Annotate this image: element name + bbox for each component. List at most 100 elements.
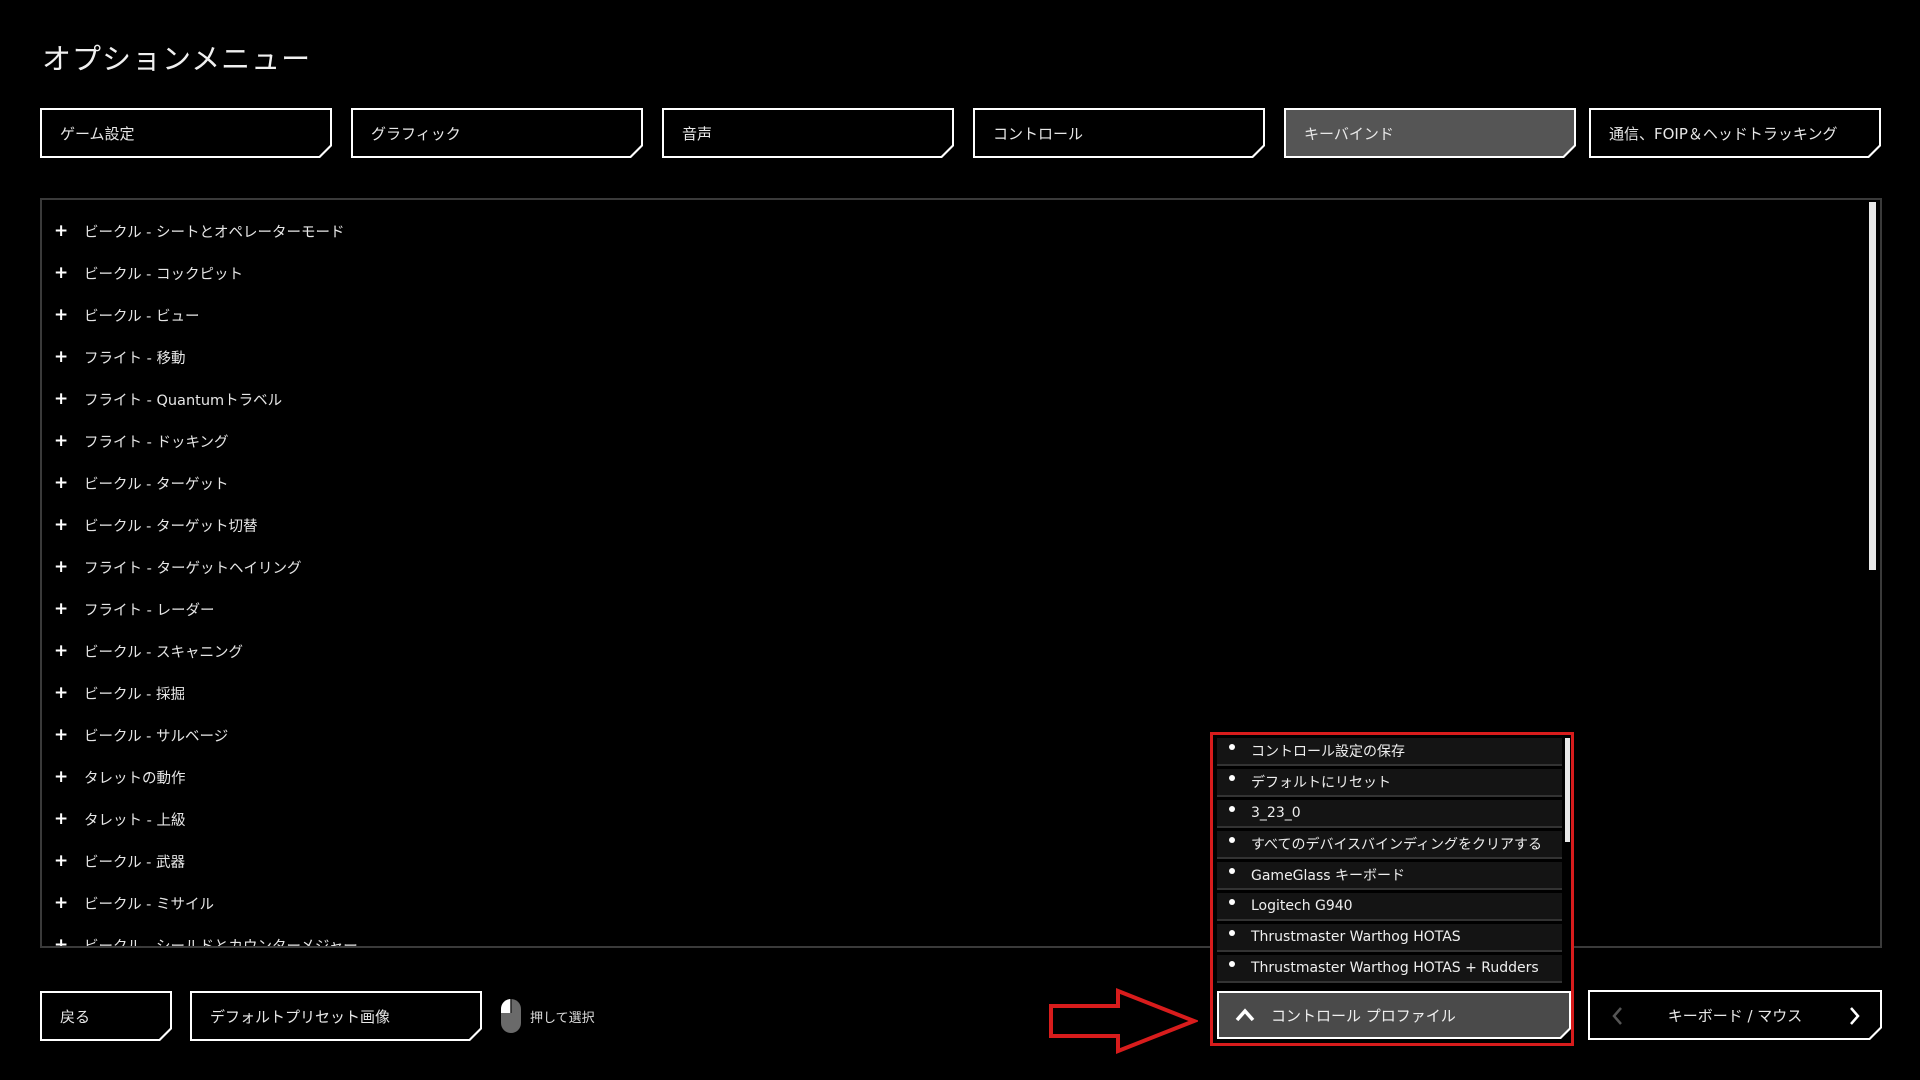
control-profile-button[interactable]: コントロール プロファイル xyxy=(1217,991,1571,1039)
tab-game-settings[interactable]: ゲーム設定 xyxy=(40,108,332,158)
category-label: フライト - ターゲットヘイリング xyxy=(84,560,302,577)
expand-plus-icon[interactable]: + xyxy=(54,683,68,703)
expand-plus-icon[interactable]: + xyxy=(54,851,68,871)
expand-plus-icon[interactable]: + xyxy=(54,893,68,913)
category-label: ビークル - 採掘 xyxy=(84,686,186,703)
tab-audio[interactable]: 音声 xyxy=(662,108,954,158)
tab-label: グラフィック xyxy=(353,110,641,156)
category-label: フライト - ドッキング xyxy=(84,434,229,451)
tab-graphics[interactable]: グラフィック xyxy=(351,108,643,158)
bullet-icon xyxy=(1229,899,1235,905)
expand-plus-icon[interactable]: + xyxy=(54,725,68,745)
category-label: タレット - 上級 xyxy=(84,812,186,829)
expand-plus-icon[interactable]: + xyxy=(54,347,68,367)
category-row[interactable]: + ビークル - サルベージ xyxy=(52,714,228,756)
profile-menu-item-label: すべてのデバイスバインディングをクリアする xyxy=(1251,837,1543,853)
tab-label: ゲーム設定 xyxy=(42,110,330,156)
category-row[interactable]: + ビークル - 武器 xyxy=(52,840,185,882)
category-row[interactable]: + ビークル - シートとオペレーターモード xyxy=(52,210,345,252)
expand-plus-icon[interactable]: + xyxy=(54,557,68,577)
expand-plus-icon[interactable]: + xyxy=(54,389,68,409)
bullet-icon xyxy=(1229,961,1235,967)
expand-plus-icon[interactable]: + xyxy=(54,599,68,619)
dropdown-scrollbar[interactable] xyxy=(1565,738,1570,842)
tab-controls[interactable]: コントロール xyxy=(973,108,1265,158)
mouse-hint-label: 押して選択 xyxy=(530,1010,595,1026)
category-row[interactable]: + ビークル - ターゲット xyxy=(52,462,229,504)
profile-menu-item-label: Logitech G940 xyxy=(1251,898,1353,914)
category-row[interactable]: + フライト - Quantumトラベル xyxy=(52,378,282,420)
mouse-left-click-icon xyxy=(501,999,521,1033)
profile-menu-item-label: GameGlass キーボード xyxy=(1251,868,1406,884)
category-row[interactable]: + ビークル - スキャニング xyxy=(52,630,243,672)
expand-plus-icon[interactable]: + xyxy=(54,935,68,946)
expand-plus-icon[interactable]: + xyxy=(54,473,68,493)
expand-plus-icon[interactable]: + xyxy=(54,305,68,325)
profile-menu-item-label: Thrustmaster Warthog HOTAS xyxy=(1251,929,1461,945)
category-row[interactable]: + フライト - ドッキング xyxy=(52,420,229,462)
expand-plus-icon[interactable]: + xyxy=(54,431,68,451)
category-label: ビークル - ターゲット切替 xyxy=(84,518,258,535)
category-label: ビークル - コックピット xyxy=(84,266,244,283)
annotation-arrow-icon xyxy=(1049,988,1198,1054)
default-preset-image-button[interactable]: デフォルトプリセット画像 xyxy=(190,991,482,1041)
profile-menu-item-label: 3_23_0 xyxy=(1251,805,1301,821)
category-row[interactable]: + ビークル - 採掘 xyxy=(52,672,185,714)
tab-comms-foip-headtracking[interactable]: 通信、FOIP＆ヘッドトラッキング xyxy=(1589,108,1881,158)
tab-keybindings[interactable]: キーバインド xyxy=(1284,108,1576,158)
category-label: ビークル - 武器 xyxy=(84,854,186,871)
expand-plus-icon[interactable]: + xyxy=(54,767,68,787)
category-row[interactable]: + フライト - 移動 xyxy=(52,336,185,378)
expand-plus-icon[interactable]: + xyxy=(54,515,68,535)
expand-plus-icon[interactable]: + xyxy=(54,263,68,283)
bullet-icon xyxy=(1229,868,1235,874)
profile-menu-item[interactable]: すべてのデバイスバインディングをクリアする xyxy=(1217,831,1562,859)
bullet-icon xyxy=(1229,837,1235,843)
back-button[interactable]: 戻る xyxy=(40,991,172,1041)
bullet-icon xyxy=(1229,744,1235,750)
category-label: ビークル - ビュー xyxy=(84,308,200,325)
profile-menu-item[interactable]: GameGlass キーボード xyxy=(1217,862,1562,890)
profile-menu-item[interactable]: Thrustmaster Warthog HOTAS + Rudders xyxy=(1217,955,1562,983)
input-device-selector[interactable]: キーボード / マウス xyxy=(1588,990,1882,1040)
category-label: ビークル - スキャニング xyxy=(84,644,244,661)
category-row[interactable]: + ビークル - ミサイル xyxy=(52,882,214,924)
control-profile-dropdown: コントロール設定の保存 デフォルトにリセット 3_23_0 すべてのデバイスバインディ… xyxy=(1210,732,1574,1046)
profile-menu-item[interactable]: デフォルトにリセット xyxy=(1217,769,1562,797)
chevron-left-icon[interactable] xyxy=(1608,1004,1628,1028)
category-row[interactable]: + ビークル - ビュー xyxy=(52,294,200,336)
category-label: タレットの動作 xyxy=(84,770,186,787)
category-row[interactable]: + フライト - ターゲットヘイリング xyxy=(52,546,301,588)
category-row[interactable]: + フライト - レーダー xyxy=(52,588,214,630)
category-label: ビークル - シートとオペレーターモード xyxy=(84,224,345,241)
bullet-icon xyxy=(1229,806,1235,812)
tab-label: キーバインド xyxy=(1286,110,1574,156)
profile-menu-item-label: デフォルトにリセット xyxy=(1251,775,1391,791)
profile-menu-item[interactable]: Logitech G940 xyxy=(1217,893,1562,921)
mouse-hint: 押して選択 xyxy=(500,998,595,1034)
category-label: ビークル - ミサイル xyxy=(84,896,215,913)
back-label: 戻る xyxy=(42,993,170,1039)
chevron-right-icon[interactable] xyxy=(1844,1004,1864,1028)
tab-label: 音声 xyxy=(664,110,952,156)
category-row[interactable]: + ビークル - シールドとカウンターメジャー xyxy=(52,924,358,946)
keybind-category-panel: + ビークル - シートとオペレーターモード + ビークル - コックピット + ビークル… xyxy=(40,198,1882,948)
category-row[interactable]: + タレット - 上級 xyxy=(52,798,185,840)
category-row[interactable]: + ビークル - コックピット xyxy=(52,252,243,294)
profile-menu-item-label: Thrustmaster Warthog HOTAS + Rudders xyxy=(1251,960,1539,976)
chevron-up-icon xyxy=(1235,1008,1255,1022)
category-row[interactable]: + タレットの動作 xyxy=(52,756,186,798)
category-label: フライト - 移動 xyxy=(84,350,186,367)
category-row[interactable]: + ビークル - ターゲット切替 xyxy=(52,504,258,546)
expand-plus-icon[interactable]: + xyxy=(54,809,68,829)
page-title: オプションメニュー xyxy=(42,42,312,76)
expand-plus-icon[interactable]: + xyxy=(54,221,68,241)
profile-menu-item[interactable]: Thrustmaster Warthog HOTAS xyxy=(1217,924,1562,952)
profile-menu-item[interactable]: 3_23_0 xyxy=(1217,800,1562,828)
expand-plus-icon[interactable]: + xyxy=(54,641,68,661)
panel-scrollbar[interactable] xyxy=(1869,202,1876,570)
profile-menu-item-label: コントロール設定の保存 xyxy=(1251,744,1405,760)
device-label: キーボード / マウス xyxy=(1667,1006,1803,1025)
category-label: フライト - Quantumトラベル xyxy=(84,392,283,409)
profile-menu-item[interactable]: コントロール設定の保存 xyxy=(1217,738,1562,766)
